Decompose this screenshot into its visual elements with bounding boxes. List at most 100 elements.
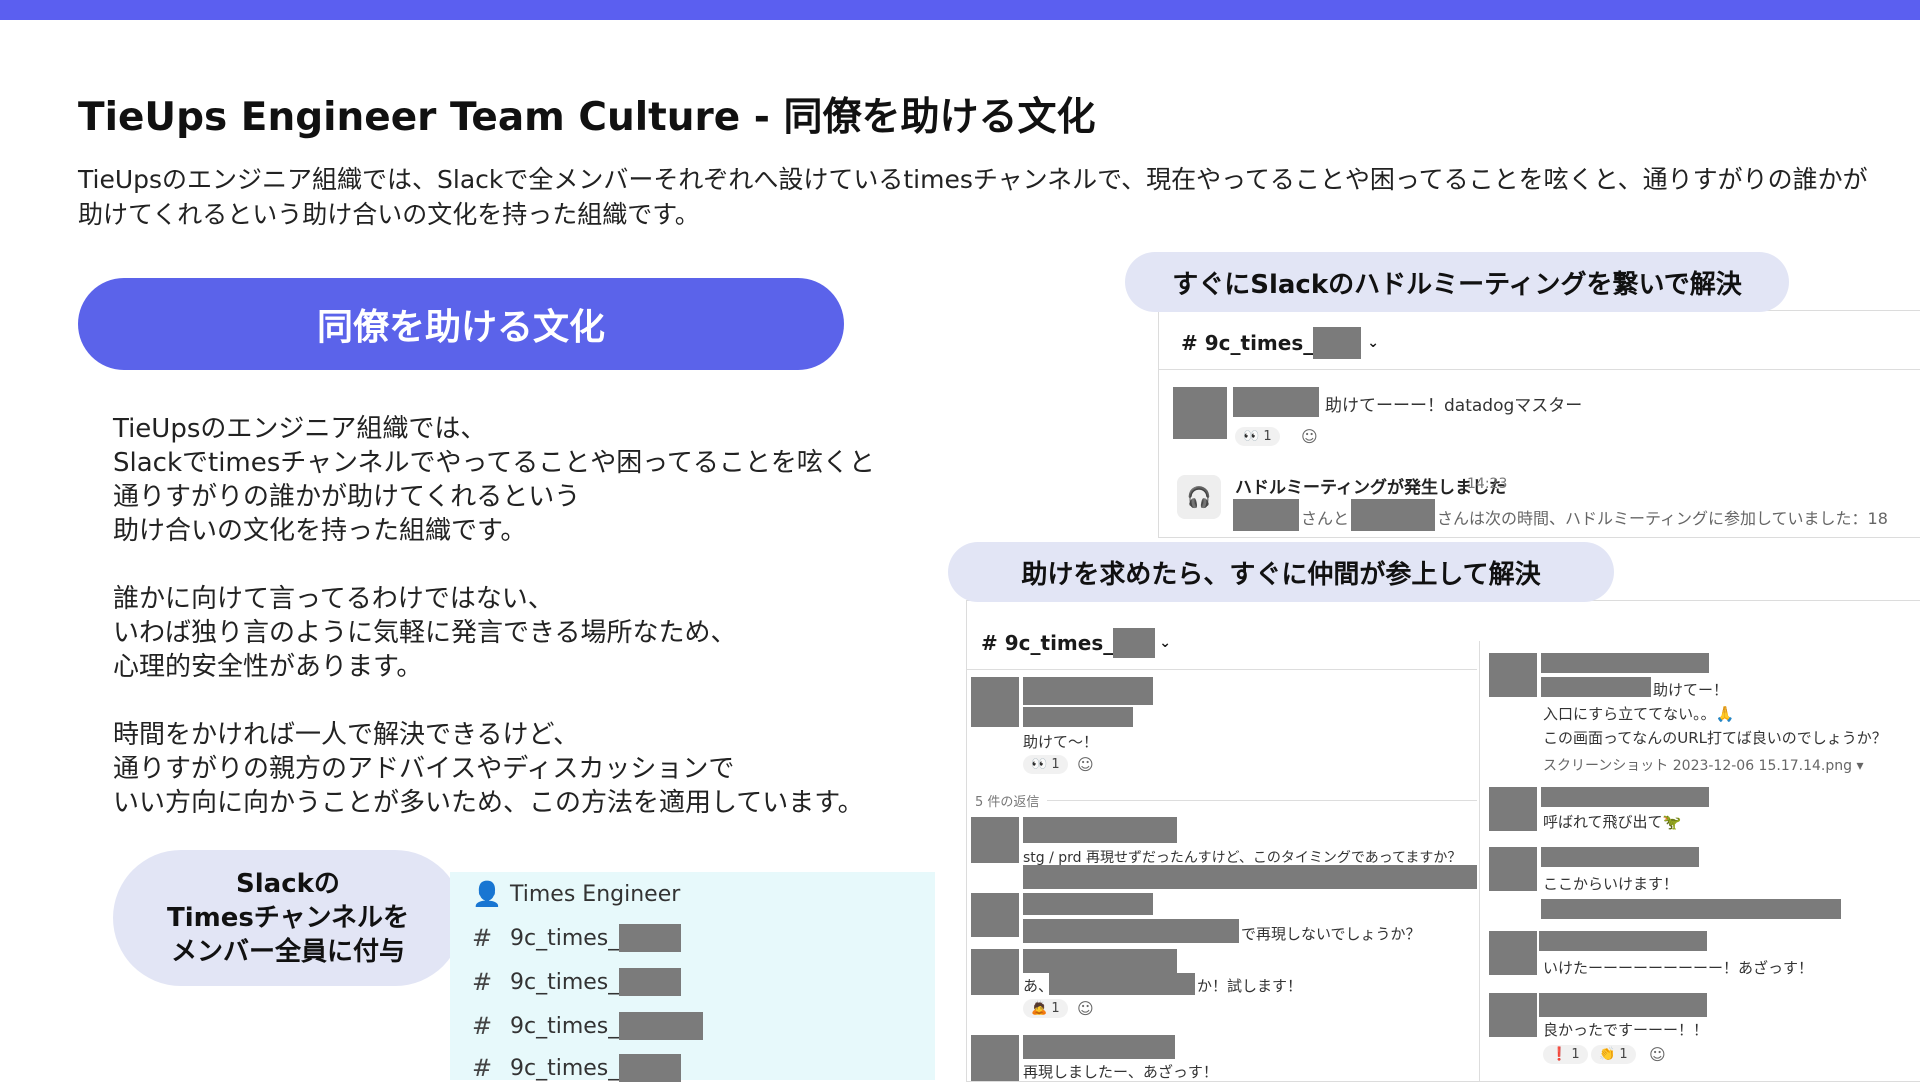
huddle-and-text: さんと bbox=[1301, 509, 1350, 528]
message-text: この画面ってなんのURL打てば良いのでしょうか？ bbox=[1543, 729, 1887, 747]
channel-name: 9c_times_ bbox=[1004, 631, 1114, 655]
message-text: いけたーーーーーーーーー！あざっす！ bbox=[1543, 959, 1814, 977]
huddle-screenshot: # 9c_times_ ⌄ 助けてーーー！datadogマスター 👀 1 ☺ 🎧… bbox=[1158, 310, 1920, 538]
huddle-title: ハドルミーティングが発生しました bbox=[1235, 478, 1506, 498]
hash-icon: # bbox=[981, 631, 1005, 655]
add-reaction-icon[interactable]: ☺ bbox=[1077, 755, 1094, 774]
reaction-eyes[interactable]: 👀 1 bbox=[1023, 755, 1068, 774]
avatar[interactable] bbox=[1489, 847, 1537, 891]
redacted-username bbox=[1023, 949, 1177, 973]
redacted-text bbox=[1023, 865, 1477, 889]
avatar[interactable] bbox=[971, 677, 1019, 727]
avatar[interactable] bbox=[971, 949, 1019, 995]
message-text-end: か！試します！ bbox=[1197, 977, 1303, 995]
reaction-eyes[interactable]: 👀 1 bbox=[1235, 427, 1280, 446]
message-text: 呼ばれて飛び出て🦖 bbox=[1543, 813, 1682, 831]
dinosaur-icon: 🦖 bbox=[1662, 813, 1682, 831]
avatar[interactable] bbox=[971, 1035, 1019, 1081]
redacted-name bbox=[619, 968, 682, 996]
avatar[interactable] bbox=[1489, 787, 1537, 831]
add-reaction-icon[interactable]: ☺ bbox=[1077, 999, 1094, 1018]
redacted-username bbox=[1023, 817, 1177, 843]
culture-description: TieUpsのエンジニア組織では、 Slackでtimesチャンネルでやってるこ… bbox=[113, 412, 933, 854]
sidebar-section-times-engineer[interactable]: 👤 Times Engineer bbox=[472, 874, 680, 914]
huddle-label-pill: すぐにSlackのハドルミーティングを繋いで解決 bbox=[1125, 252, 1789, 312]
redacted-username bbox=[1541, 653, 1709, 673]
times-channel-pill: Slackの Timesチャンネルを メンバー全員に付与 bbox=[113, 850, 463, 986]
redacted-username bbox=[1541, 847, 1699, 867]
avatar[interactable] bbox=[1489, 993, 1537, 1037]
avatar[interactable] bbox=[971, 817, 1019, 863]
hash-icon: # bbox=[472, 968, 493, 996]
huddle-description: さんは次の時間、ハドルミーティングに参加していました：18 bbox=[1437, 509, 1888, 528]
page-title: TieUps Engineer Team Culture - 同僚を助ける文化 bbox=[78, 95, 1096, 140]
message-text: 再現しましたー、あざっす！ bbox=[1023, 1063, 1218, 1081]
avatar[interactable] bbox=[1489, 653, 1537, 697]
sidebar-channel-item[interactable]: # 9c_times_ bbox=[472, 918, 682, 958]
sidebar-channel-item[interactable]: # 9c_times_ bbox=[472, 962, 682, 1002]
add-reaction-icon[interactable]: ☺ bbox=[1649, 1045, 1666, 1064]
redacted-name bbox=[619, 1012, 704, 1040]
intro-paragraph: TieUpsのエンジニア組織では、Slackで全メンバーそれぞれへ設けているti… bbox=[78, 165, 1868, 229]
redacted-name bbox=[1313, 327, 1362, 359]
redacted-text bbox=[1023, 707, 1133, 727]
channel-name: 9c_times_ bbox=[510, 925, 620, 951]
chevron-down-icon: ⌄ bbox=[1159, 635, 1171, 651]
redacted-name bbox=[1113, 628, 1156, 658]
reaction-bow[interactable]: 🙇 1 bbox=[1023, 999, 1068, 1018]
avatar[interactable] bbox=[1173, 387, 1227, 439]
redacted-username bbox=[1539, 931, 1707, 951]
replies-count: 5 件の返信 bbox=[975, 795, 1040, 810]
sidebar-channel-item[interactable]: # 9c_times_ bbox=[472, 1048, 682, 1088]
help-label-pill: 助けを求めたら、すぐに仲間が参上して解決 bbox=[948, 542, 1614, 602]
sidebar-section-label: Times Engineer bbox=[510, 881, 681, 907]
description-paragraph-2: 誰かに向けて言ってるわけではない、 いわば独り言のように気軽に発言できる場所なた… bbox=[113, 584, 737, 682]
slack-sidebar-screenshot: 👤 Times Engineer # 9c_times_ # 9c_times_… bbox=[450, 872, 935, 1082]
redacted-text bbox=[1541, 677, 1651, 697]
avatar[interactable] bbox=[1489, 931, 1537, 975]
redacted-username bbox=[1023, 893, 1153, 915]
redacted-text bbox=[1541, 899, 1841, 919]
redacted-username bbox=[1541, 787, 1709, 807]
redacted-name bbox=[619, 924, 682, 952]
message-text: 入口にすら立ててない。。🙏 bbox=[1543, 705, 1735, 723]
headphones-icon: 🎧 bbox=[1177, 475, 1221, 519]
attachment-filename[interactable]: スクリーンショット 2023-12-06 15.17.14.png ▾ bbox=[1543, 755, 1863, 775]
chevron-down-icon: ⌄ bbox=[1367, 335, 1379, 351]
channel-name: 9c_times_ bbox=[1204, 331, 1314, 355]
hash-icon: # bbox=[472, 1054, 493, 1082]
description-paragraph-3: 時間をかければ一人で解決できるけど、 通りすがりの親方のアドバイスやディスカッシ… bbox=[113, 720, 864, 818]
person-icon: 👤 bbox=[472, 880, 502, 908]
huddle-time: 14:23 bbox=[1467, 476, 1508, 492]
sidebar-channel-item[interactable]: # 9c_times_ bbox=[472, 1006, 704, 1046]
message-text: ここからいけます！ bbox=[1543, 875, 1679, 893]
redacted-username bbox=[1539, 993, 1707, 1017]
message-text: 助けてー！ bbox=[1653, 681, 1729, 699]
top-accent-bar bbox=[0, 0, 1920, 20]
avatar[interactable] bbox=[971, 893, 1019, 937]
redacted-name bbox=[619, 1054, 682, 1082]
culture-heading-pill: 同僚を助ける文化 bbox=[78, 278, 844, 370]
redacted-username bbox=[1233, 499, 1299, 531]
redacted-text bbox=[1049, 973, 1195, 995]
message-text: で再現しないでしょうか？ bbox=[1241, 925, 1421, 943]
channel-name: 9c_times_ bbox=[510, 969, 620, 995]
pray-icon: 🙏 bbox=[1715, 705, 1735, 723]
reaction-clap[interactable]: 👏 1 bbox=[1591, 1045, 1636, 1064]
description-paragraph-1: TieUpsのエンジニア組織では、 Slackでtimesチャンネルでやってるこ… bbox=[113, 414, 875, 546]
add-reaction-icon[interactable]: ☺ bbox=[1301, 427, 1318, 446]
redacted-username bbox=[1351, 499, 1435, 531]
channel-header[interactable]: # 9c_times_ ⌄ bbox=[981, 625, 1171, 661]
message-text: 助けて〜！ bbox=[1023, 733, 1099, 751]
help-thread-screenshot: # 9c_times_ ⌄ 助けて〜！ 👀 1 ☺ 5 件の返信 stg / p… bbox=[966, 600, 1920, 1082]
channel-name: 9c_times_ bbox=[510, 1013, 620, 1039]
message-text: stg / prd 再現せずだったんすけど、このタイミングであってますか？ bbox=[1023, 850, 1462, 866]
message-text: 助けてーーー！datadogマスター bbox=[1325, 396, 1583, 416]
channel-header[interactable]: # 9c_times_ ⌄ bbox=[1181, 325, 1379, 361]
hash-icon: # bbox=[1181, 331, 1205, 355]
redacted-username bbox=[1023, 677, 1153, 705]
redacted-username bbox=[1023, 1035, 1175, 1059]
reaction-exclamation[interactable]: ❗ 1 bbox=[1543, 1045, 1588, 1064]
redacted-username bbox=[1233, 387, 1319, 417]
hash-icon: # bbox=[472, 924, 493, 952]
